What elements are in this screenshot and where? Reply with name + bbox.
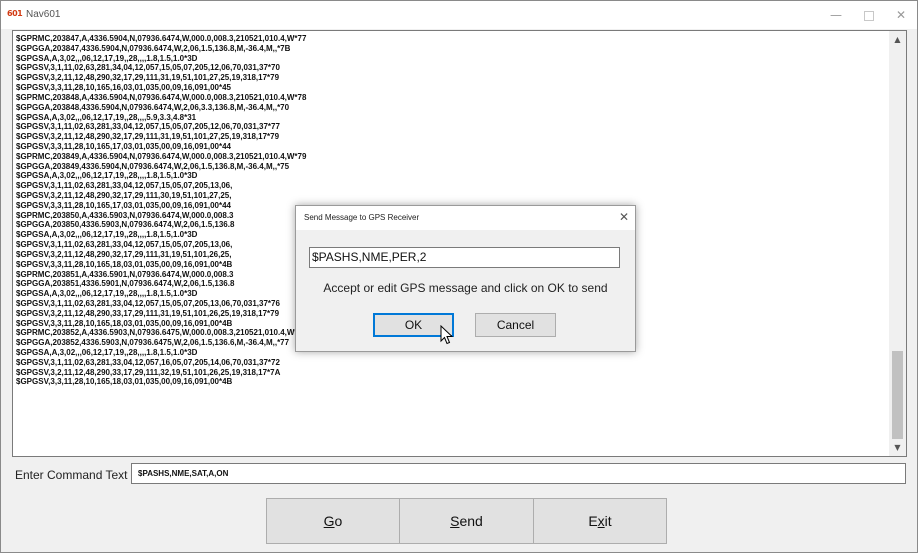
log-line: $GPGSA,A,3,02,,,06,12,17,19,,28,,,,5.9,3…: [16, 112, 197, 122]
log-line: $GPGSV,3,3,11,28,10,165,16,03,01,035,00,…: [16, 83, 232, 93]
mouse-pointer-icon: [440, 325, 454, 345]
log-line: $GPGSV,3,3,11,28,10,165,18,03,01,035,00,…: [16, 377, 233, 387]
exit-label-first: E: [588, 513, 598, 529]
log-line: $GPGGA,203848,4336.5904,N,07936.6474,W,2…: [16, 102, 290, 112]
minimize-button[interactable]: —: [821, 5, 851, 25]
maximize-button[interactable]: [854, 5, 884, 25]
dialog-message: Accept or edit GPS message and click on …: [323, 281, 608, 295]
log-scrollbar[interactable]: ▲ ▼: [889, 31, 906, 456]
log-line: $GPGSV,3,1,11,02,63,281,34,04,12,057,15,…: [16, 63, 280, 73]
log-line: $GPGSV,3,2,11,12,48,290,32,17,29,111,31,…: [16, 132, 280, 142]
exit-button[interactable]: Exit: [533, 498, 667, 544]
log-line: $GPGSV,3,1,11,02,63,281,33,04,12,057,15,…: [16, 181, 233, 191]
title-bar: 601 Nav601 — ✕: [1, 1, 917, 29]
log-line: $GPGSV,3,1,11,02,63,281,33,04,12,057,16,…: [16, 357, 280, 367]
scrollbar-thumb[interactable]: [892, 351, 903, 439]
send-message-dialog: Send Message to GPS Receiver ✕ $PASHS,NM…: [295, 205, 636, 352]
exit-mnemonic: x: [597, 513, 605, 529]
log-line: $GPGSV,3,2,11,12,48,290,32,17,29,111,30,…: [16, 191, 232, 200]
log-line: $GPGSV,3,1,11,02,63,281,33,04,12,057,15,…: [16, 122, 280, 132]
log-line: $GPGSV,3,2,11,12,48,290,32,17,29,111,31,…: [16, 73, 280, 83]
command-input[interactable]: $PASHS,NME,SAT,A,ON: [131, 463, 906, 484]
go-button[interactable]: Go: [266, 498, 400, 544]
dialog-title-bar: Send Message to GPS Receiver ✕: [296, 206, 635, 230]
log-line: $GPRMC,203849,A,4336.5904,N,07936.6474,W…: [16, 151, 307, 161]
log-line: $GPGSV,3,3,11,28,10,165,17,03,01,035,00,…: [16, 141, 232, 151]
log-line: $GPRMC,203848,A,4336.5904,N,07936.6474,W…: [16, 92, 307, 102]
cancel-button[interactable]: Cancel: [475, 313, 556, 337]
exit-label-rest: it: [604, 513, 612, 529]
go-label-rest: o: [334, 513, 343, 529]
send-button[interactable]: Send: [399, 498, 534, 544]
send-label-rest: end: [459, 513, 483, 529]
dialog-close-button[interactable]: ✕: [619, 210, 629, 224]
log-line: $GPRMC,203847,A,4336.5904,N,07936.6474,W…: [16, 34, 307, 43]
scroll-down-arrow-icon[interactable]: ▼: [889, 439, 906, 456]
log-line: $GPGSA,A,3,02,,,06,12,17,19,,28,,,,1.8,1…: [16, 53, 198, 63]
go-mnemonic: G: [323, 513, 335, 529]
dialog-title: Send Message to GPS Receiver: [304, 213, 420, 222]
gps-message-input[interactable]: $PASHS,NME,PER,2: [309, 247, 620, 268]
maximize-icon: [864, 10, 874, 21]
app-icon: 601: [7, 9, 23, 18]
log-line: $GPGSV,3,2,11,12,48,290,33,17,29,111,32,…: [16, 367, 281, 377]
command-label: Enter Command Text: [15, 468, 128, 482]
log-line: $GPGGA,203849,4336.5904,N,07936.6474,W,2…: [16, 161, 290, 171]
close-button[interactable]: ✕: [886, 5, 916, 25]
scroll-up-arrow-icon[interactable]: ▲: [889, 31, 906, 48]
window-title: Nav601: [26, 9, 61, 20]
log-line: $GPGSA,A,3,02,,,06,12,17,19,,28,,,,1.8,1…: [16, 171, 198, 181]
log-line: $GPGGA,203847,4336.5904,N,07936.6474,W,2…: [16, 43, 291, 53]
